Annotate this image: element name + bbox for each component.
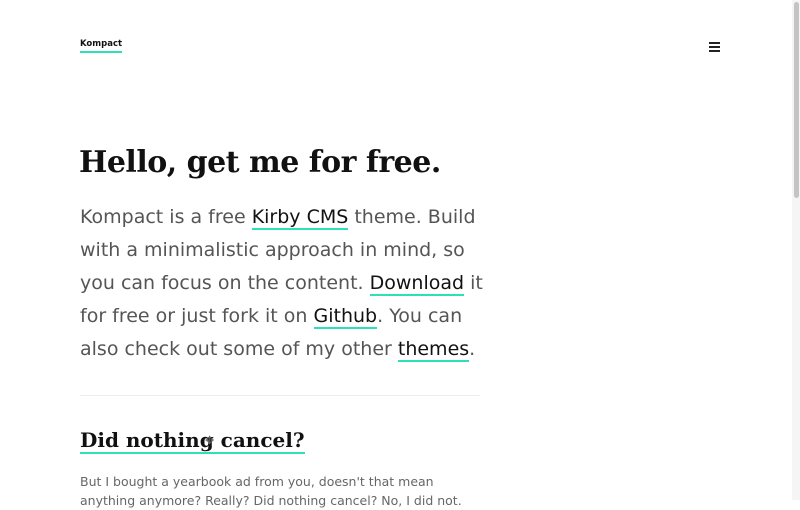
- hero-title: Hello, get me for free.: [79, 145, 441, 180]
- hero-text-segment: .: [469, 338, 476, 360]
- themes-link[interactable]: themes: [397, 338, 470, 362]
- post-excerpt: But I bought a yearbook ad from you, doe…: [80, 474, 462, 508]
- mouse-cursor-icon: ✥: [205, 434, 215, 447]
- menu-bar-top: [709, 42, 720, 44]
- hamburger-menu-icon[interactable]: [709, 42, 720, 52]
- download-link[interactable]: Download: [369, 272, 465, 296]
- hero-text-segment: Kompact is a free: [80, 206, 252, 228]
- section-divider: [80, 395, 480, 396]
- post-title-link[interactable]: Did nothing cancel?: [80, 429, 305, 454]
- scrollbar-thumb[interactable]: [794, 2, 799, 198]
- menu-bar-middle: [709, 46, 720, 48]
- github-link[interactable]: Github: [313, 305, 378, 329]
- hero-intro: Kompact is a free Kirby CMS theme. Build…: [80, 201, 490, 366]
- menu-bar-bottom: [709, 50, 720, 52]
- kirby-cms-link[interactable]: Kirby CMS: [251, 206, 349, 230]
- site-logo[interactable]: Kompact: [80, 39, 123, 54]
- scrollbar[interactable]: [792, 0, 800, 500]
